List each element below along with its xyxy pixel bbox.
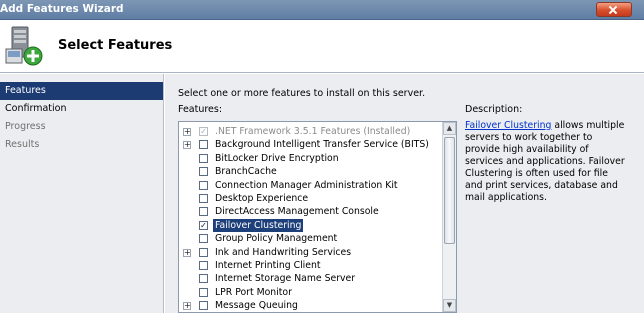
- server-add-icon: [5, 26, 43, 66]
- wizard-header: Select Features: [0, 21, 644, 73]
- feature-label[interactable]: LPR Port Monitor: [213, 286, 294, 299]
- features-tree[interactable]: + ✓ .NET Framework 3.5.1 Features (Install…: [178, 121, 457, 313]
- feature-checkbox[interactable]: [199, 207, 208, 217]
- feature-label[interactable]: Desktop Experience: [213, 192, 310, 205]
- feature-label[interactable]: Message Queuing: [213, 299, 300, 312]
- feature-label[interactable]: Ink and Handwriting Services: [213, 246, 353, 259]
- features-label: Features:: [178, 104, 223, 115]
- feature-label[interactable]: Group Policy Management: [213, 232, 339, 245]
- feature-checkbox[interactable]: [199, 153, 208, 163]
- feature-label[interactable]: DirectAccess Management Console: [213, 205, 381, 218]
- feature-row[interactable]: Group Policy Management: [179, 232, 444, 245]
- description-body: Failover Clustering allows multiple serv…: [465, 120, 625, 204]
- feature-row[interactable]: BitLocker Drive Encryption: [179, 152, 444, 165]
- feature-row[interactable]: Desktop Experience: [179, 192, 444, 205]
- feature-row[interactable]: BranchCache: [179, 165, 444, 178]
- feature-label[interactable]: .NET Framework 3.5.1 Features (Installed…: [213, 125, 412, 138]
- feature-checkbox[interactable]: [199, 247, 208, 257]
- feature-row[interactable]: LPR Port Monitor: [179, 286, 444, 299]
- feature-row[interactable]: + Background Intelligent Transfer Service…: [179, 138, 444, 151]
- feature-row[interactable]: + Message Queuing: [179, 299, 444, 312]
- expand-plus-icon[interactable]: +: [183, 248, 191, 257]
- scroll-thumb[interactable]: [444, 137, 455, 244]
- feature-checkbox[interactable]: ✓: [199, 220, 208, 230]
- expand-plus-icon[interactable]: +: [183, 141, 191, 150]
- nav-item-confirmation[interactable]: Confirmation: [0, 100, 163, 118]
- feature-row[interactable]: + Ink and Handwriting Services: [179, 246, 444, 259]
- feature-label[interactable]: BitLocker Drive Encryption: [213, 152, 341, 165]
- description-link[interactable]: Failover Clustering: [465, 120, 551, 131]
- feature-row[interactable]: Internet Printing Client: [179, 259, 444, 272]
- features-scrollbar[interactable]: ▲ ▼: [442, 122, 456, 312]
- instruction-text: Select one or more features to install o…: [178, 88, 426, 99]
- nav-item-features[interactable]: Features: [0, 82, 163, 100]
- nav-item-results: Results: [5, 139, 40, 150]
- feature-label[interactable]: BranchCache: [213, 165, 279, 178]
- page-title: Select Features: [58, 38, 173, 53]
- expand-plus-icon[interactable]: +: [183, 128, 191, 136]
- feature-row[interactable]: + ✓ .NET Framework 3.5.1 Features (Install…: [179, 125, 444, 138]
- feature-row[interactable]: Internet Storage Name Server: [179, 272, 444, 285]
- feature-checkbox[interactable]: [199, 140, 208, 150]
- feature-label[interactable]: Connection Manager Administration Kit: [213, 179, 400, 192]
- feature-label[interactable]: Background Intelligent Transfer Service …: [213, 138, 431, 151]
- feature-label[interactable]: Failover Clustering: [211, 217, 305, 233]
- feature-label[interactable]: Internet Printing Client: [213, 259, 323, 272]
- window-titlebar: Add Features Wizard: [0, 0, 644, 20]
- wizard-nav: Features Confirmation Progress Results: [0, 74, 164, 313]
- feature-checkbox[interactable]: [199, 274, 208, 284]
- scroll-down-arrow-icon[interactable]: ▼: [443, 299, 456, 312]
- feature-checkbox[interactable]: [199, 234, 208, 244]
- feature-checkbox[interactable]: [199, 287, 208, 297]
- scroll-up-arrow-icon[interactable]: ▲: [443, 122, 456, 135]
- feature-checkbox[interactable]: [199, 180, 208, 190]
- feature-checkbox[interactable]: [199, 194, 208, 203]
- description-text: allows multiple servers to work together…: [465, 120, 625, 203]
- feature-row[interactable]: Connection Manager Administration Kit: [179, 179, 444, 192]
- feature-row[interactable]: DirectAccess Management Console: [179, 205, 444, 218]
- window-title: Add Features Wizard: [0, 3, 124, 15]
- feature-checkbox[interactable]: [199, 167, 208, 177]
- main-panel: Select one or more features to install o…: [165, 74, 644, 313]
- expand-plus-icon[interactable]: +: [183, 302, 191, 311]
- nav-item-progress: Progress: [5, 121, 46, 132]
- close-button[interactable]: [596, 2, 632, 17]
- feature-checkbox[interactable]: [199, 301, 208, 311]
- feature-row[interactable]: ✓ Failover Clustering: [179, 217, 444, 233]
- description-title: Description:: [465, 104, 523, 115]
- feature-checkbox: ✓: [199, 127, 208, 136]
- feature-checkbox[interactable]: [199, 261, 208, 270]
- feature-label[interactable]: Internet Storage Name Server: [213, 272, 357, 285]
